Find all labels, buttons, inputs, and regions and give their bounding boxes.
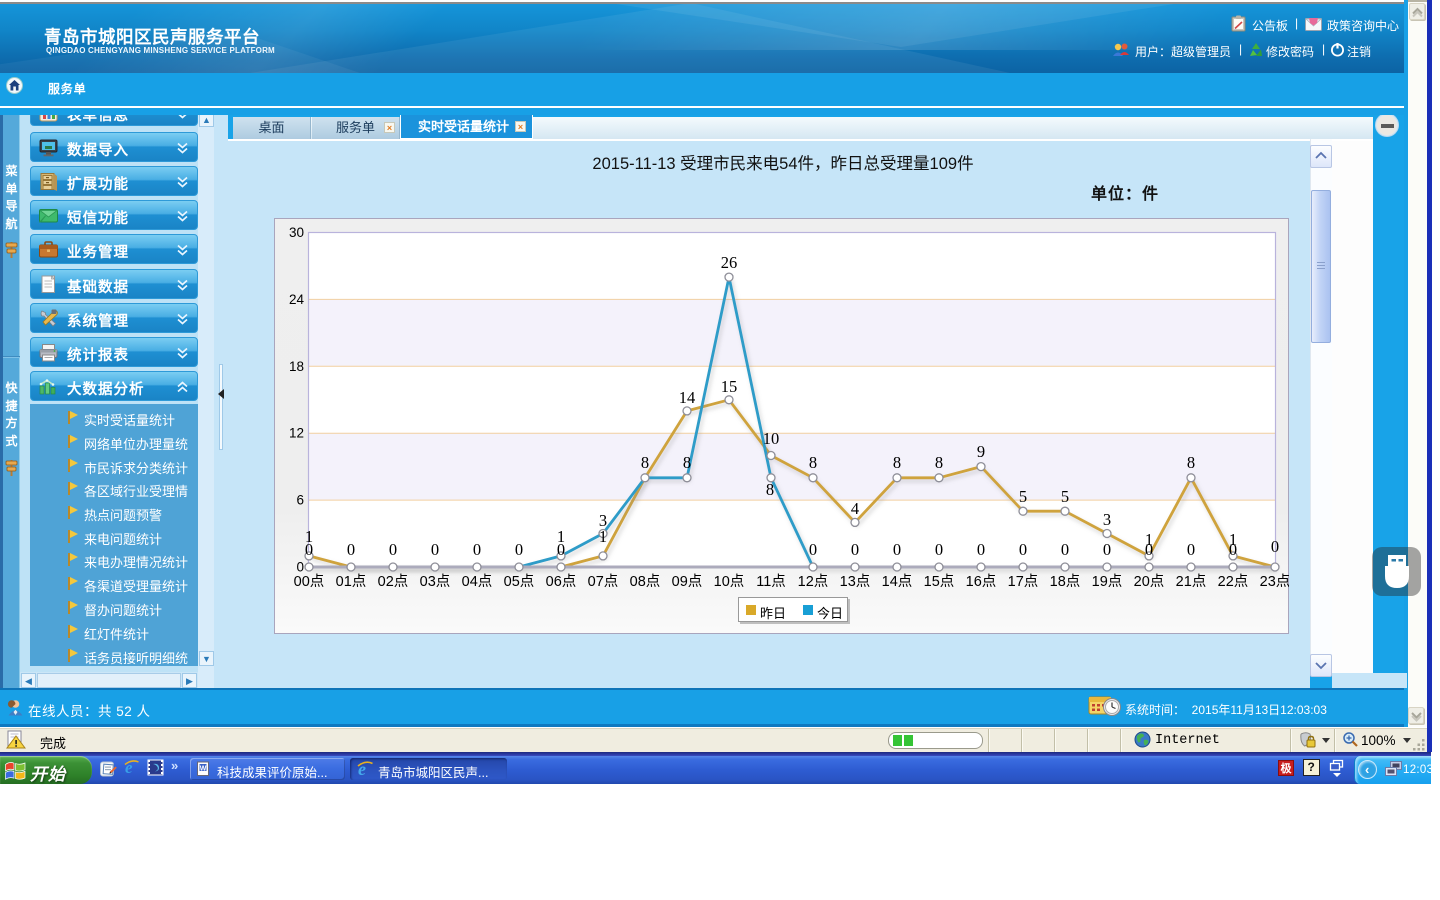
svg-text:5: 5	[1061, 487, 1069, 506]
svg-text:18: 18	[289, 359, 304, 374]
svg-text:13点: 13点	[840, 573, 871, 590]
svg-text:0: 0	[515, 540, 523, 559]
svg-text:8: 8	[1187, 453, 1195, 472]
svg-text:4: 4	[851, 499, 859, 518]
svg-text:0: 0	[389, 540, 397, 559]
svg-text:8: 8	[893, 453, 901, 472]
svg-text:00点: 00点	[294, 573, 325, 590]
svg-text:1: 1	[599, 527, 607, 546]
svg-text:03点: 03点	[420, 573, 451, 590]
svg-text:0: 0	[1271, 537, 1279, 556]
svg-text:0: 0	[1229, 540, 1237, 559]
svg-text:0: 0	[1187, 540, 1195, 559]
svg-text:0: 0	[977, 540, 985, 559]
svg-text:08点: 08点	[630, 573, 661, 590]
svg-text:01点: 01点	[336, 573, 367, 590]
svg-text:8: 8	[935, 453, 943, 472]
svg-text:23点: 23点	[1260, 573, 1289, 590]
svg-text:21点: 21点	[1176, 573, 1207, 590]
svg-text:12点: 12点	[798, 573, 829, 590]
svg-text:9: 9	[977, 442, 985, 461]
svg-text:14: 14	[679, 388, 696, 407]
svg-text:05点: 05点	[504, 573, 535, 590]
svg-text:22点: 22点	[1218, 573, 1249, 590]
svg-text:07点: 07点	[588, 573, 619, 590]
svg-text:0: 0	[935, 540, 943, 559]
svg-text:12: 12	[289, 426, 304, 441]
svg-text:0: 0	[347, 540, 355, 559]
svg-text:30: 30	[289, 225, 304, 240]
svg-text:0: 0	[1103, 540, 1111, 559]
svg-text:14点: 14点	[882, 573, 913, 590]
svg-text:0: 0	[473, 540, 481, 559]
svg-text:15点: 15点	[924, 573, 955, 590]
svg-text:5: 5	[1019, 487, 1027, 506]
svg-text:06点: 06点	[546, 573, 577, 590]
svg-text:11点: 11点	[756, 573, 786, 590]
svg-text:10: 10	[763, 429, 780, 448]
svg-text:8: 8	[809, 453, 817, 472]
svg-text:18点: 18点	[1050, 573, 1081, 590]
svg-text:15: 15	[721, 377, 738, 396]
svg-text:3: 3	[1103, 510, 1111, 529]
svg-text:10点: 10点	[714, 573, 745, 590]
svg-text:26: 26	[721, 253, 738, 272]
svg-text:W: W	[200, 766, 207, 773]
svg-text:02点: 02点	[378, 573, 409, 590]
svg-text:04点: 04点	[462, 573, 493, 590]
svg-text:极: 极	[1281, 761, 1293, 775]
svg-text:0: 0	[893, 540, 901, 559]
svg-text:0: 0	[1061, 540, 1069, 559]
svg-text:6: 6	[296, 493, 304, 508]
svg-text:16点: 16点	[966, 573, 997, 590]
svg-text:20点: 20点	[1134, 573, 1165, 590]
svg-text:8: 8	[766, 480, 774, 499]
svg-text:0: 0	[296, 560, 304, 575]
svg-text:0: 0	[851, 540, 859, 559]
svg-text:17点: 17点	[1008, 573, 1039, 590]
svg-text:0: 0	[1019, 540, 1027, 559]
svg-text:0: 0	[305, 540, 313, 559]
svg-text:19点: 19点	[1092, 573, 1123, 590]
svg-text:8: 8	[641, 453, 649, 472]
svg-text:0: 0	[557, 540, 565, 559]
svg-text:09点: 09点	[672, 573, 703, 590]
svg-text:8: 8	[683, 453, 691, 472]
svg-text:0: 0	[431, 540, 439, 559]
svg-text:0: 0	[1145, 540, 1153, 559]
svg-text:24: 24	[289, 292, 305, 307]
svg-text:0: 0	[809, 540, 817, 559]
